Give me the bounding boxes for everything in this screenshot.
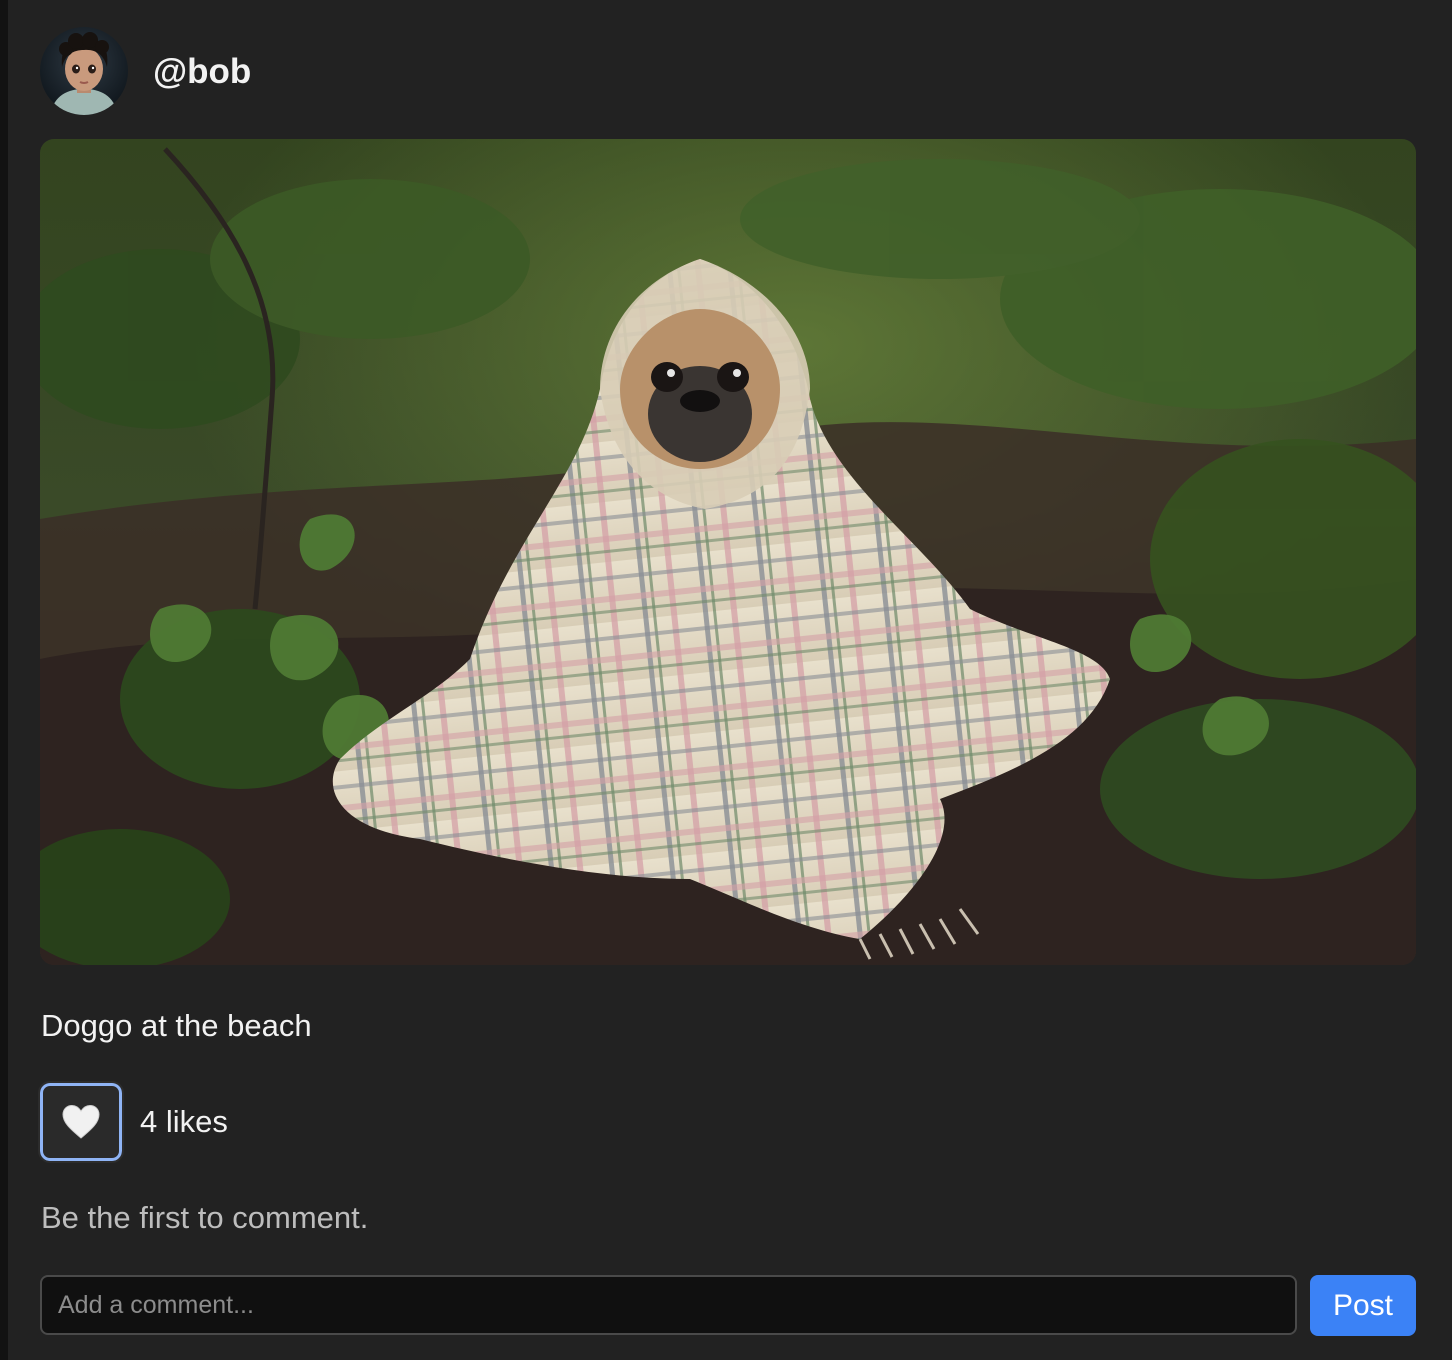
comment-input[interactable] [40,1275,1297,1335]
pug-in-blanket-photo [40,139,1416,965]
username[interactable]: @bob [153,54,251,89]
post-caption: Doggo at the beach [41,1008,312,1043]
like-button[interactable] [38,1081,124,1163]
post-button[interactable]: Post [1310,1275,1416,1336]
post-card: @bob Doggo at the beach 4 likes Be the f… [8,0,1452,1360]
like-row: 4 likes [38,1081,228,1163]
white-heart-icon [62,1104,100,1139]
post-header: @bob [40,27,251,115]
avatar[interactable] [40,27,128,115]
post-image [40,139,1416,965]
empty-comments-message: Be the first to comment. [41,1200,369,1235]
likes-count: 4 likes [140,1104,228,1139]
